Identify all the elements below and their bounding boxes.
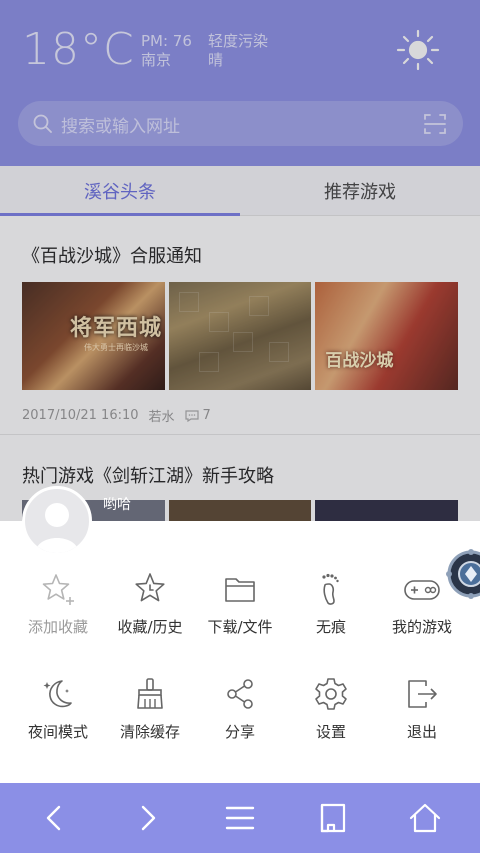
menu-label: 下载/文件 [207,618,273,636]
menu-label: 分享 [224,723,255,741]
menu-label: 收藏/历史 [117,618,183,636]
home-icon[interactable] [407,801,443,835]
moon-icon [43,680,72,708]
tabs-icon[interactable] [315,801,351,835]
downloads-files-button[interactable]: 下载/文件 [192,571,288,637]
exit-button[interactable]: 退出 [374,676,470,742]
broom-icon [137,678,163,709]
menu-label: 我的游戏 [391,618,452,636]
gear-icon [315,678,347,710]
exit-icon [408,680,437,708]
username[interactable]: 哟哈 [103,494,131,514]
avatar[interactable] [22,486,92,556]
gamepad-icon [404,580,440,600]
back-icon[interactable] [37,801,73,835]
menu-label: 夜间模式 [27,723,88,741]
star-clock-icon [135,573,165,602]
avatar-silhouette-icon [35,503,79,553]
menu-sheet: 添加收藏 收藏/历史 下载/文件 无痕 我的游戏 夜间模式 清除缓存 分享 设置… [0,521,480,783]
clear-cache-button[interactable]: 清除缓存 [102,676,198,742]
menu-label: 添加收藏 [27,618,88,636]
incognito-button[interactable]: 无痕 [283,571,379,637]
share-button[interactable]: 分享 [192,676,288,742]
menu-label: 清除缓存 [119,723,180,741]
bottom-nav [0,783,480,853]
forward-icon[interactable] [129,801,165,835]
add-favorite-button[interactable]: 添加收藏 [10,571,106,637]
menu-label: 退出 [406,723,437,741]
share-icon [227,679,253,709]
floating-game-widget-icon[interactable] [445,548,480,600]
star-plus-icon [42,574,74,605]
footprint-icon [322,573,339,605]
menu-icon[interactable] [222,801,258,835]
settings-button[interactable]: 设置 [283,676,379,742]
folder-icon [225,578,255,602]
night-mode-button[interactable]: 夜间模式 [10,676,106,742]
menu-label: 设置 [315,723,346,741]
favorites-history-button[interactable]: 收藏/历史 [102,571,198,637]
menu-label: 无痕 [315,618,346,636]
dim-overlay[interactable] [0,0,480,521]
